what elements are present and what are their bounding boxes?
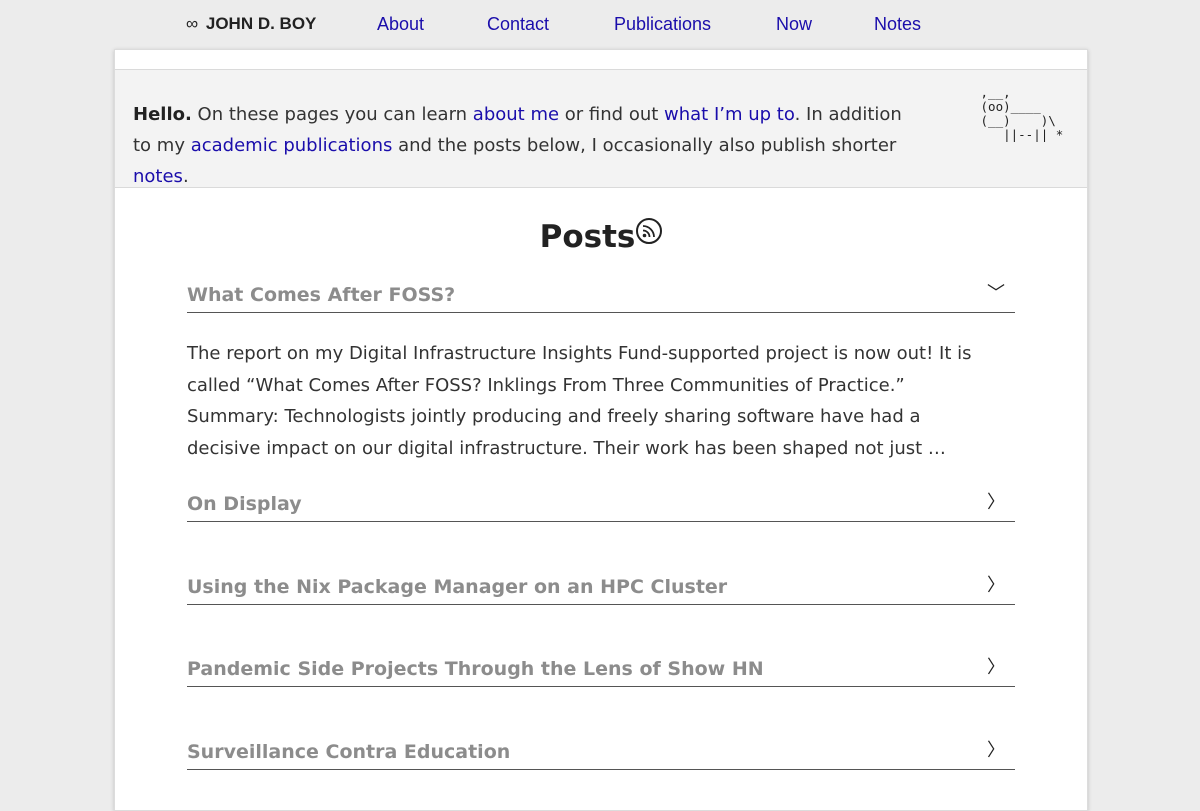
nav-link-now[interactable]: Now <box>776 14 812 35</box>
intro-banner: Hello. On these pages you can learn abou… <box>115 69 1087 188</box>
intro-text-part: and the posts below, I occasionally also… <box>392 135 897 156</box>
intro-hello: Hello. <box>133 104 192 125</box>
chevron-right-icon[interactable]: 〉 <box>987 736 1005 762</box>
post-title[interactable]: What Comes After FOSS? <box>187 284 455 306</box>
notes-link[interactable]: notes <box>133 166 183 187</box>
now-link[interactable]: what I’m up to <box>664 104 795 125</box>
top-navigation: ∞ JOHN D. BOY About Contact Publications… <box>0 0 1200 50</box>
nav-link-contact[interactable]: Contact <box>487 14 549 35</box>
intro-text-part: . <box>182 166 189 187</box>
publications-link[interactable]: academic publications <box>191 135 393 156</box>
intro-text-part: On these pages you can learn <box>191 104 473 125</box>
post-item[interactable]: Pandemic Side Projects Through the Lens … <box>187 650 1015 687</box>
rss-feed-icon[interactable] <box>636 218 663 244</box>
site-name: JOHN D. BOY <box>205 14 317 33</box>
post-header[interactable]: Using the Nix Package Manager on an HPC … <box>187 568 1015 605</box>
chevron-right-icon[interactable]: 〉 <box>987 653 1005 679</box>
post-header[interactable]: Pandemic Side Projects Through the Lens … <box>187 650 1015 687</box>
chevron-down-icon[interactable]: ﹀ <box>987 279 1005 305</box>
post-header[interactable]: On Display 〉 <box>187 485 1015 522</box>
nav-link-publications[interactable]: Publications <box>614 14 711 35</box>
nav-link-about[interactable]: About <box>377 14 424 35</box>
chevron-right-icon[interactable]: 〉 <box>987 571 1005 597</box>
post-item[interactable]: Using the Nix Package Manager on an HPC … <box>187 568 1015 605</box>
main-content-card: Hello. On these pages you can learn abou… <box>114 49 1088 811</box>
nav-link-notes[interactable]: Notes <box>874 14 921 35</box>
ascii-cow-art: ,__, (oo)____ (__) )\ ||--|| * <box>980 85 1064 142</box>
intro-text-part: or find out <box>559 104 665 125</box>
post-header[interactable]: What Comes After FOSS? ﹀ <box>187 276 1015 313</box>
intro-text: Hello. On these pages you can learn abou… <box>133 99 923 192</box>
post-header[interactable]: Surveillance Contra Education 〉 <box>187 733 1015 770</box>
site-brand-link[interactable]: ∞ JOHN D. BOY <box>186 14 316 34</box>
post-title[interactable]: Surveillance Contra Education <box>187 741 510 763</box>
post-title[interactable]: Using the Nix Package Manager on an HPC … <box>187 576 727 598</box>
post-summary: The report on my Digital Infrastructure … <box>187 343 972 459</box>
about-me-link[interactable]: about me <box>473 104 559 125</box>
post-item[interactable]: What Comes After FOSS? ﹀ <box>187 276 1015 313</box>
infinity-icon: ∞ <box>186 14 199 33</box>
posts-heading-text: Posts <box>539 219 636 255</box>
chevron-right-icon[interactable]: 〉 <box>987 488 1005 514</box>
post-title[interactable]: On Display <box>187 493 302 515</box>
post-item[interactable]: On Display 〉 <box>187 485 1015 522</box>
post-item[interactable]: Surveillance Contra Education 〉 <box>187 733 1015 770</box>
post-title[interactable]: Pandemic Side Projects Through the Lens … <box>187 658 764 680</box>
posts-heading: Posts <box>115 218 1087 255</box>
